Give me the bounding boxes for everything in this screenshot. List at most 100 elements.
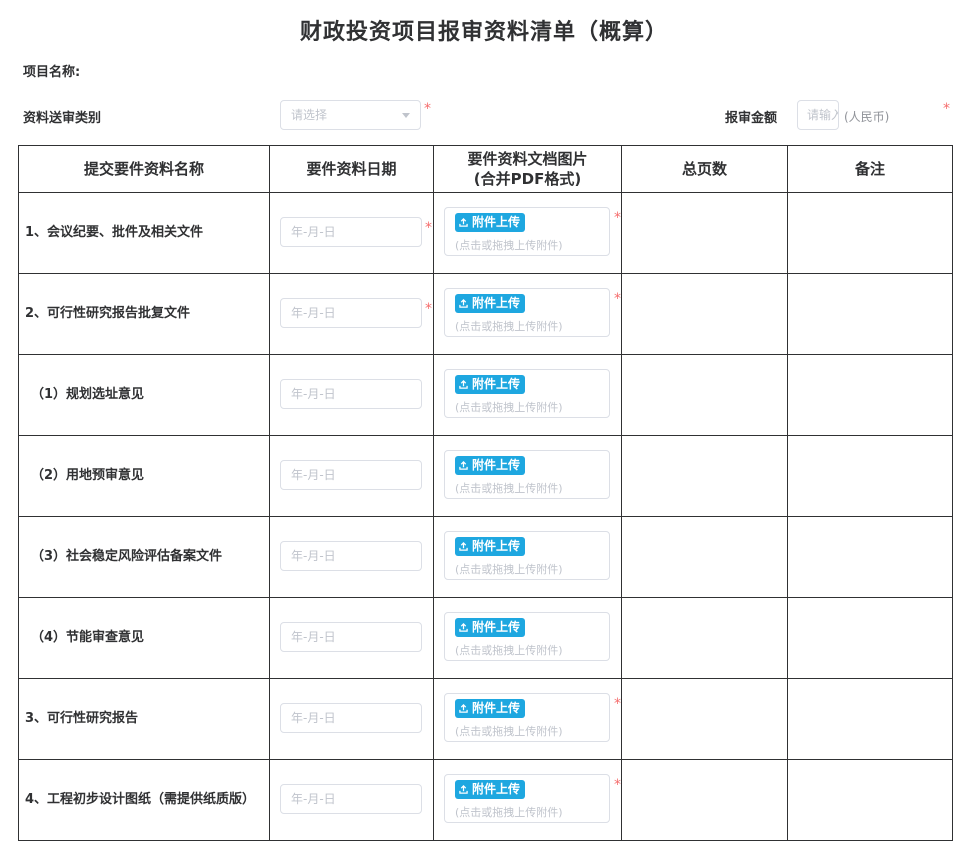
date-input[interactable]: 年-月-日 <box>280 379 422 409</box>
document-name: 1、会议纪要、批件及相关文件 <box>18 192 270 274</box>
total-pages-cell <box>621 516 788 598</box>
date-input-placeholder: 年-月-日 <box>291 630 336 644</box>
date-input-placeholder: 年-月-日 <box>291 711 336 725</box>
table-row: （1）规划选址意见 年-月-日 附件上传 (点击或拖拽上传附件) <box>18 354 953 436</box>
upload-button[interactable]: 附件上传 <box>455 213 526 232</box>
upload-dropzone[interactable]: 附件上传 (点击或拖拽上传附件) <box>444 693 610 742</box>
upload-icon <box>459 295 468 308</box>
remark-cell <box>787 435 953 517</box>
upload-icon <box>459 781 468 794</box>
upload-button[interactable]: 附件上传 <box>455 699 526 718</box>
upload-dropzone[interactable]: 附件上传 (点击或拖拽上传附件) <box>444 612 610 661</box>
date-input-placeholder: 年-月-日 <box>291 549 336 563</box>
date-input[interactable]: 年-月-日 <box>280 298 422 328</box>
upload-cell: 附件上传 (点击或拖拽上传附件) <box>433 597 622 679</box>
date-cell: 年-月-日 <box>269 678 434 760</box>
upload-button-label: 附件上传 <box>472 458 521 472</box>
upload-hint: (点击或拖拽上传附件) <box>455 320 563 333</box>
chevron-down-icon <box>402 113 410 118</box>
upload-hint: (点击或拖拽上传附件) <box>455 401 563 414</box>
upload-button-label: 附件上传 <box>472 782 521 796</box>
date-cell: 年-月-日 * <box>269 192 434 274</box>
amount-label: 报审金额 <box>725 111 778 126</box>
upload-button[interactable]: 附件上传 <box>455 780 526 799</box>
header-pages: 总页数 <box>621 145 788 193</box>
remark-cell <box>787 354 953 436</box>
upload-hint: (点击或拖拽上传附件) <box>455 482 563 495</box>
upload-dropzone[interactable]: 附件上传 (点击或拖拽上传附件) <box>444 450 610 499</box>
date-input[interactable]: 年-月-日 <box>280 460 422 490</box>
category-select[interactable]: 请选择 <box>280 100 421 130</box>
date-input[interactable]: 年-月-日 <box>280 784 422 814</box>
upload-button[interactable]: 附件上传 <box>455 537 526 556</box>
upload-button[interactable]: 附件上传 <box>455 294 526 313</box>
amount-input[interactable]: 请输入 <box>797 100 839 130</box>
required-mark: * <box>425 220 432 236</box>
date-input[interactable]: 年-月-日 <box>280 541 422 571</box>
upload-button[interactable]: 附件上传 <box>455 618 526 637</box>
header-name: 提交要件资料名称 <box>18 145 270 193</box>
total-pages-cell <box>621 435 788 517</box>
upload-cell: 附件上传 (点击或拖拽上传附件) <box>433 516 622 598</box>
upload-button[interactable]: 附件上传 <box>455 375 526 394</box>
remark-cell <box>787 192 953 274</box>
upload-hint: (点击或拖拽上传附件) <box>455 806 563 819</box>
date-input-placeholder: 年-月-日 <box>291 387 336 401</box>
required-mark: * <box>614 696 621 712</box>
upload-hint: (点击或拖拽上传附件) <box>455 644 563 657</box>
upload-dropzone[interactable]: 附件上传 (点击或拖拽上传附件) <box>444 774 610 823</box>
table-row: 3、可行性研究报告 年-月-日 附件上传 (点击或拖拽上传附件) * <box>18 678 953 760</box>
upload-dropzone[interactable]: 附件上传 (点击或拖拽上传附件) <box>444 531 610 580</box>
date-input[interactable]: 年-月-日 <box>280 703 422 733</box>
document-name: 2、可行性研究报告批复文件 <box>18 273 270 355</box>
table-row: 2、可行性研究报告批复文件 年-月-日 * 附件上传 (点击或拖拽上传附件) * <box>18 273 953 355</box>
date-cell: 年-月-日 * <box>269 273 434 355</box>
date-cell: 年-月-日 <box>269 435 434 517</box>
table-row: （3）社会稳定风险评估备案文件 年-月-日 附件上传 (点击或拖拽上传附件) <box>18 516 953 598</box>
upload-icon <box>459 700 468 713</box>
upload-hint: (点击或拖拽上传附件) <box>455 239 563 252</box>
upload-dropzone[interactable]: 附件上传 (点击或拖拽上传附件) <box>444 288 610 337</box>
upload-cell: 附件上传 (点击或拖拽上传附件) <box>433 354 622 436</box>
upload-cell: 附件上传 (点击或拖拽上传附件) * <box>433 759 622 841</box>
upload-dropzone[interactable]: 附件上传 (点击或拖拽上传附件) <box>444 369 610 418</box>
upload-icon <box>459 619 468 632</box>
upload-icon <box>459 376 468 389</box>
upload-button-label: 附件上传 <box>472 701 521 715</box>
table-row: （4）节能审查意见 年-月-日 附件上传 (点击或拖拽上传附件) <box>18 597 953 679</box>
document-name: 3、可行性研究报告 <box>18 678 270 760</box>
upload-button-label: 附件上传 <box>472 539 521 553</box>
remark-cell <box>787 759 953 841</box>
date-input[interactable]: 年-月-日 <box>280 217 422 247</box>
header-document: 要件资料文档图片 (合并PDF格式) <box>433 145 622 193</box>
upload-cell: 附件上传 (点击或拖拽上传附件) * <box>433 273 622 355</box>
document-name: （4）节能审查意见 <box>18 597 270 679</box>
required-mark: * <box>614 291 621 307</box>
date-cell: 年-月-日 <box>269 354 434 436</box>
upload-cell: 附件上传 (点击或拖拽上传附件) * <box>433 192 622 274</box>
required-mark: * <box>943 101 950 117</box>
project-name-label: 项目名称: <box>23 65 81 80</box>
required-mark: * <box>424 101 431 117</box>
remark-cell <box>787 678 953 760</box>
upload-dropzone[interactable]: 附件上传 (点击或拖拽上传附件) <box>444 207 610 256</box>
upload-icon <box>459 457 468 470</box>
date-input[interactable]: 年-月-日 <box>280 622 422 652</box>
total-pages-cell <box>621 273 788 355</box>
required-mark: * <box>425 301 432 317</box>
upload-button[interactable]: 附件上传 <box>455 456 526 475</box>
date-input-placeholder: 年-月-日 <box>291 468 336 482</box>
remark-cell <box>787 597 953 679</box>
upload-button-label: 附件上传 <box>472 377 521 391</box>
amount-input-placeholder: 请输入 <box>807 108 838 122</box>
category-label: 资料送审类别 <box>23 111 102 126</box>
upload-icon <box>459 538 468 551</box>
upload-button-label: 附件上传 <box>472 296 521 310</box>
table-row: 4、工程初步设计图纸（需提供纸质版） 年-月-日 附件上传 (点击或拖拽上传附件) * <box>18 759 953 841</box>
table-row: （2）用地预审意见 年-月-日 附件上传 (点击或拖拽上传附件) <box>18 435 953 517</box>
table-header-row: 提交要件资料名称 要件资料日期 要件资料文档图片 (合并PDF格式) 总页数 备… <box>18 145 953 193</box>
required-mark: * <box>614 777 621 793</box>
category-select-placeholder: 请选择 <box>291 108 328 122</box>
total-pages-cell <box>621 678 788 760</box>
required-mark: * <box>614 210 621 226</box>
